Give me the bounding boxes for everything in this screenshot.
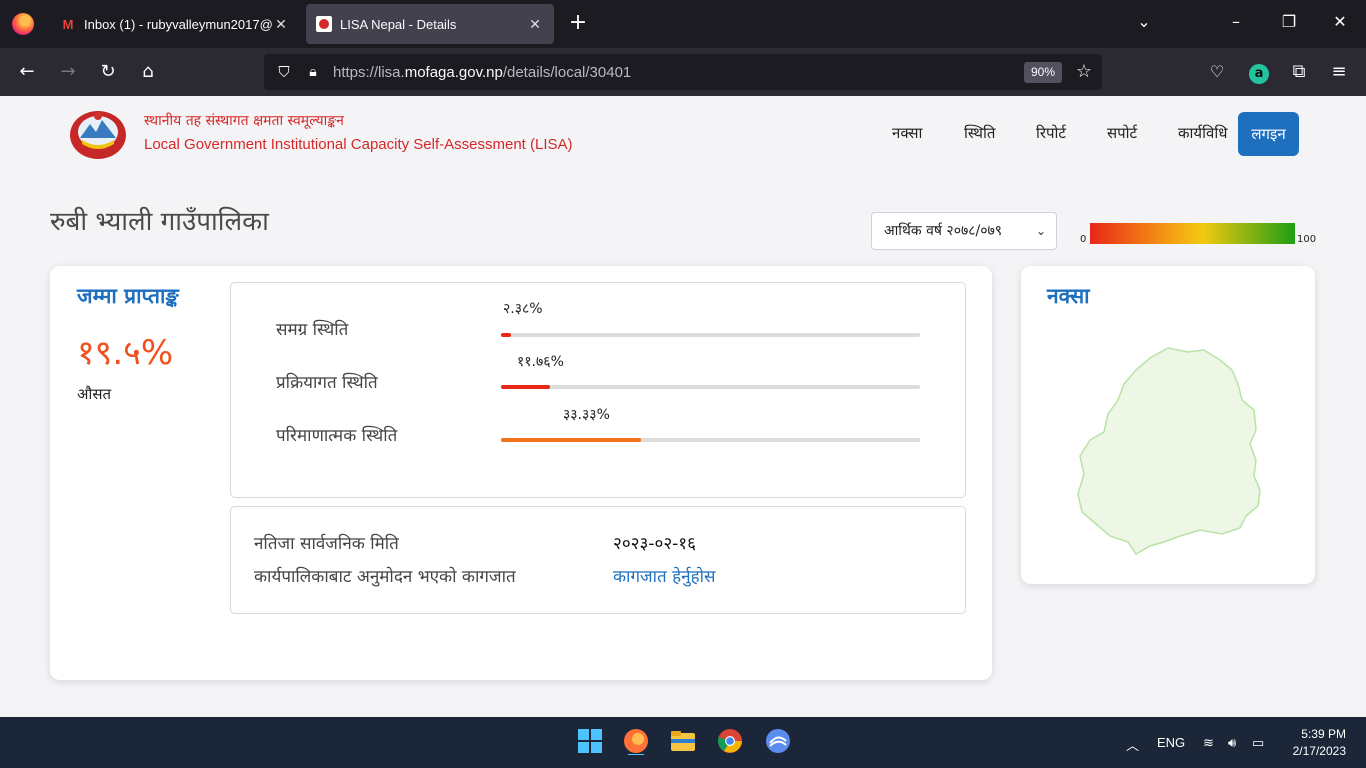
publish-date-value: २०२३-०२-१६	[613, 534, 696, 554]
nav-map[interactable]: नक्सा	[892, 123, 922, 143]
view-document-link[interactable]: कागजात हेर्नुहोस	[613, 564, 716, 587]
list-tabs-icon[interactable]: ⌄	[1134, 12, 1154, 31]
status-pct-overall: २.३८%	[503, 301, 543, 317]
volume-icon[interactable]: 🔊︎	[1228, 735, 1236, 751]
total-score-title: जम्मा प्राप्ताङ्क	[77, 284, 179, 308]
forward-icon[interactable]: →	[56, 60, 80, 84]
status-label-process: प्रक्रियागत स्थिति	[276, 373, 378, 393]
total-score-value: १९.५%	[77, 333, 174, 373]
nav-status[interactable]: स्थिति	[964, 123, 995, 143]
lock-icon[interactable]: 🔒︎	[301, 60, 325, 84]
zoom-level[interactable]: 90%	[1024, 62, 1062, 83]
nav-procedure[interactable]: कार्यविधि	[1178, 123, 1227, 143]
status-pct-quantitative: ३३.३३%	[563, 407, 610, 423]
fiscal-year-select[interactable]: आर्थिक वर्ष २०७८/०७९ ⌄	[871, 212, 1057, 250]
municipality-map[interactable]	[1070, 344, 1266, 556]
nav-support[interactable]: सपोर्ट	[1107, 123, 1137, 143]
progress-track-overall	[501, 333, 920, 337]
web-page: स्थानीय तह संस्थागत क्षमता स्वमूल्याङ्कन…	[0, 96, 1366, 717]
language-indicator[interactable]: ENG	[1157, 735, 1185, 750]
new-tab-button[interactable]: +	[566, 12, 590, 34]
tab-gmail[interactable]: M Inbox (1) - rubyvalleymun2017@g ✕	[50, 4, 300, 44]
close-window-icon[interactable]: ✕	[1330, 12, 1350, 31]
windows-start-icon[interactable]	[576, 727, 604, 755]
app-circle-icon[interactable]	[764, 727, 792, 755]
battery-icon[interactable]: ▭	[1252, 735, 1264, 751]
file-explorer-icon[interactable]	[669, 727, 697, 755]
site-title-nepali: स्थानीय तह संस्थागत क्षमता स्वमूल्याङ्कन	[144, 113, 344, 129]
gmail-icon: M	[62, 16, 74, 32]
progress-fill-overall	[501, 333, 511, 337]
close-tab-icon[interactable]: ✕	[272, 16, 290, 33]
site-title-english: Local Government Institutional Capacity …	[144, 136, 573, 153]
clock-time: 5:39 PM	[1301, 727, 1346, 741]
maximize-icon[interactable]: ❐	[1279, 12, 1299, 31]
publish-date-label: नतिजा सार्वजनिक मिति	[254, 534, 399, 554]
progress-fill-quantitative	[501, 438, 641, 442]
legend-max: 100	[1297, 234, 1317, 245]
shield-icon[interactable]: ⛉	[272, 60, 296, 84]
nav-report[interactable]: रिपोर्ट	[1036, 123, 1066, 143]
chrome-icon[interactable]	[716, 727, 744, 755]
legend-min: 0	[1080, 234, 1087, 245]
wifi-icon[interactable]: ≋	[1203, 735, 1214, 751]
progress-track-quantitative	[501, 438, 920, 442]
minimize-icon[interactable]: –	[1226, 12, 1246, 31]
total-score-subtitle: औसत	[77, 385, 112, 403]
status-label-overall: समग्र स्थिति	[276, 320, 349, 340]
fiscal-year-value: आर्थिक वर्ष २०७८/०७९	[884, 223, 1003, 239]
chevron-down-icon: ⌄	[1035, 224, 1046, 238]
tab-lisa[interactable]: LISA Nepal - Details ✕	[306, 4, 554, 44]
progress-fill-process	[501, 385, 551, 389]
pocket-icon[interactable]: ♡	[1205, 60, 1229, 84]
firefox-taskbar-icon[interactable]	[622, 727, 650, 755]
tab-title: LISA Nepal - Details	[340, 16, 457, 32]
status-label-quantitative: परिमाणात्मक स्थिति	[276, 426, 398, 446]
status-pct-process: ११.७६%	[517, 354, 564, 370]
nepal-emblem-logo[interactable]	[68, 108, 128, 160]
system-clock[interactable]: 5:39 PM 2/17/2023	[1288, 726, 1346, 760]
progress-track-process	[501, 385, 920, 389]
reload-icon[interactable]: ↻	[96, 60, 120, 84]
home-icon[interactable]: ⌂	[136, 60, 160, 84]
login-button[interactable]: लगइन	[1238, 112, 1299, 156]
show-hidden-icons-chevron-icon[interactable]: ︿	[1126, 735, 1139, 754]
score-legend-gradient	[1090, 223, 1295, 244]
lisa-favicon-icon	[316, 16, 332, 32]
clock-date: 2/17/2023	[1292, 744, 1346, 758]
url-text[interactable]: https://lisa.mofaga.gov.np/details/local…	[333, 64, 631, 81]
info-panel	[230, 506, 966, 614]
tab-title: Inbox (1) - rubyvalleymun2017@g	[84, 16, 272, 32]
firefox-menu-icon[interactable]	[12, 13, 34, 35]
page-title: रुबी भ्याली गाउँपालिका	[50, 207, 269, 237]
bookmark-star-icon[interactable]: ☆	[1072, 60, 1096, 84]
close-tab-icon[interactable]: ✕	[526, 16, 544, 33]
approved-doc-label: कार्यपालिकाबाट अनुमोदन भएको कागजात	[254, 567, 516, 587]
map-title: नक्सा	[1047, 284, 1090, 308]
app-menu-icon[interactable]: ≡	[1327, 60, 1351, 84]
back-icon[interactable]: ←	[15, 60, 39, 84]
extension-a-icon[interactable]: a	[1247, 60, 1271, 84]
extensions-puzzle-icon[interactable]: ⧉	[1287, 60, 1311, 84]
